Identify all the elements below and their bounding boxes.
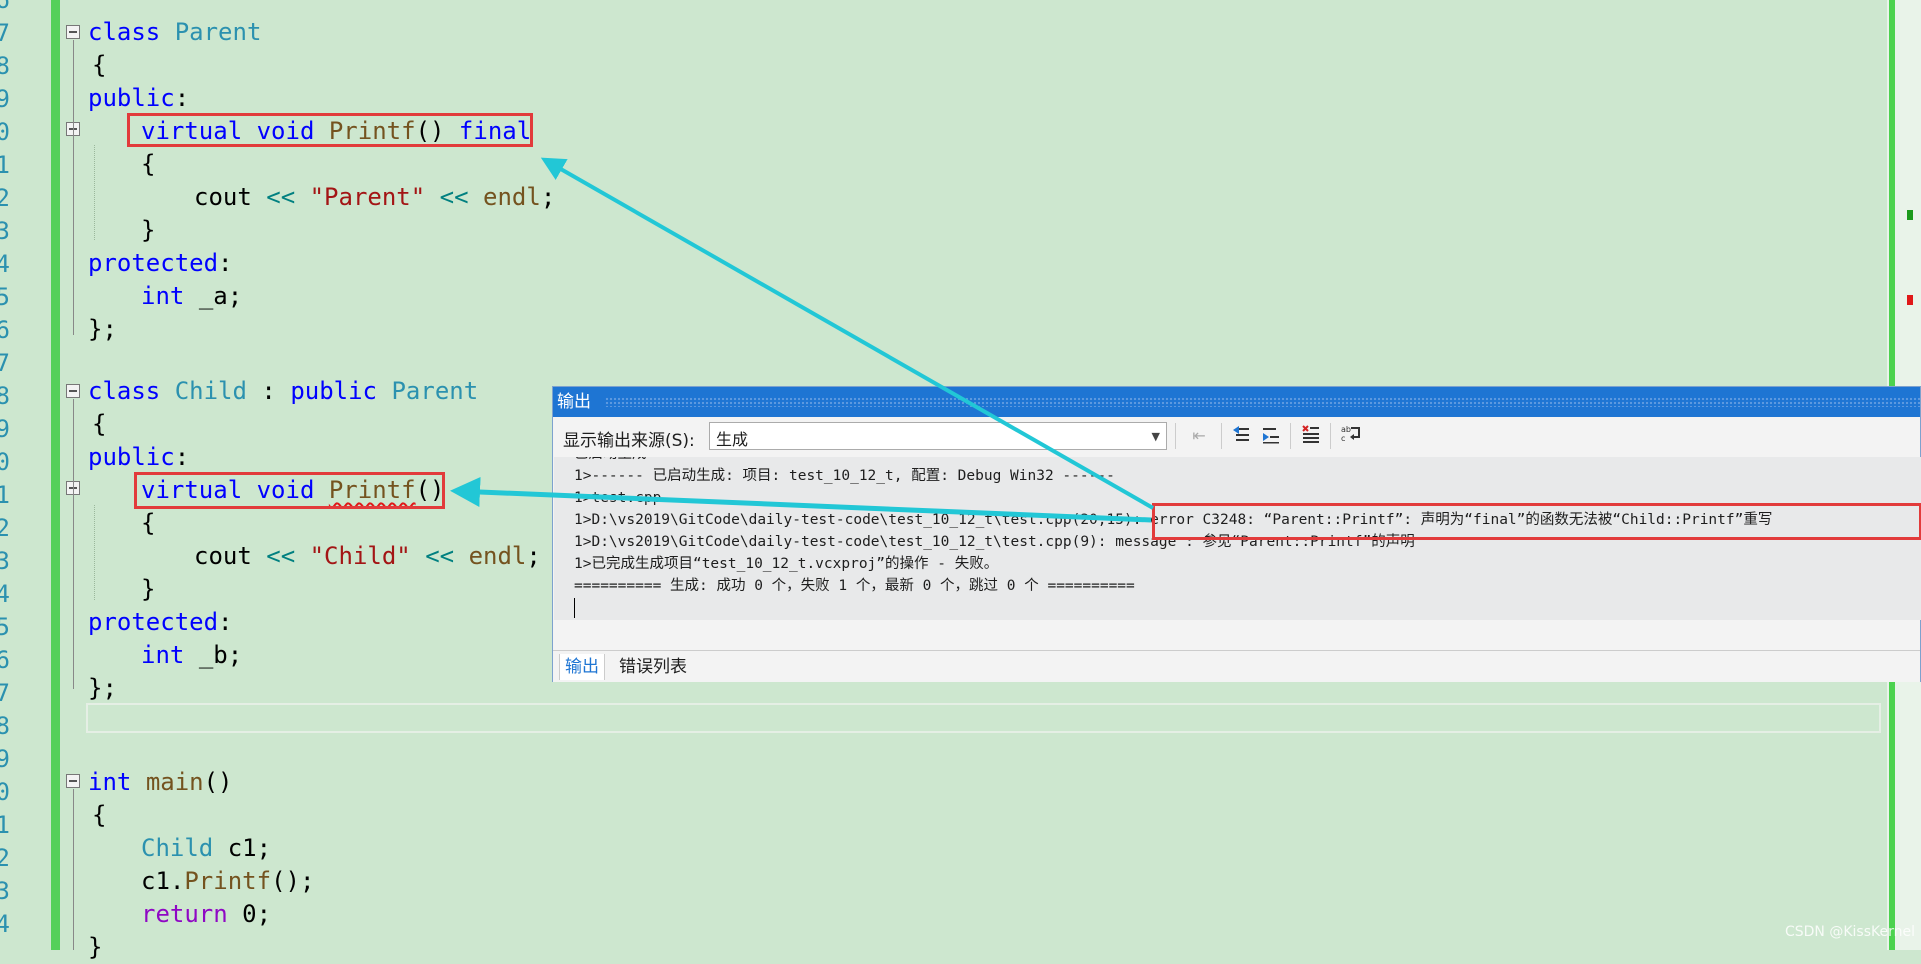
watermark: CSDN @KissKernel: [1784, 924, 1915, 940]
annotation-arrows: [450, 157, 1154, 523]
arrow-to-child-printf: [450, 477, 1152, 523]
arrow-to-parent-final: [540, 157, 1154, 510]
